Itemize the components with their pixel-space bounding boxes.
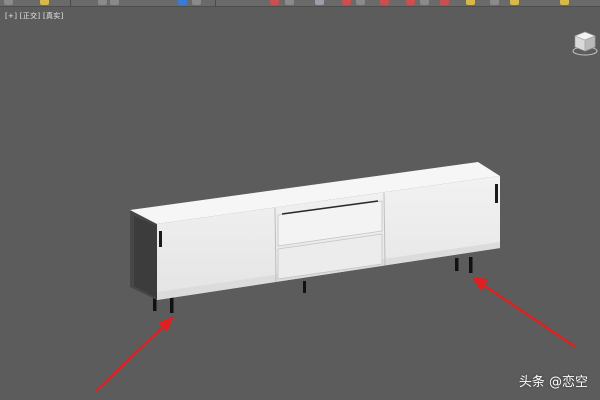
undo-icon[interactable] [98, 0, 107, 5]
material-editor-icon[interactable] [440, 0, 449, 5]
select-tool-icon[interactable] [4, 0, 13, 5]
render-icon[interactable] [510, 0, 519, 5]
layer-manager-icon[interactable] [380, 0, 389, 5]
cabinet-leg-front-mid-left [170, 297, 174, 313]
left-door-handle [159, 231, 162, 247]
angle-snap-icon[interactable] [285, 0, 294, 5]
right-door-handle [495, 184, 498, 203]
cabinet-leg-back-right [469, 257, 473, 273]
main-toolbar [0, 0, 600, 7]
scene-canvas[interactable] [0, 7, 600, 400]
cabinet-leg-front-right [455, 258, 459, 271]
app-window: [+] [正交] [真实] 头条 @恋空 [0, 0, 600, 400]
align-icon[interactable] [356, 0, 365, 5]
select-move-icon[interactable] [178, 0, 187, 5]
link-tool-icon[interactable] [40, 0, 49, 5]
watermark-text: 头条 @恋空 [518, 375, 588, 390]
perspective-viewport[interactable]: [+] [正交] [真实] 头条 @恋空 [0, 7, 600, 400]
annotation-arrow-left [95, 316, 174, 392]
annotation-arrow-right [472, 277, 576, 348]
cabinet-leg-front-center [303, 281, 306, 293]
render-setup-icon[interactable] [466, 0, 475, 5]
render-frame-icon[interactable] [490, 0, 499, 5]
curve-editor-icon[interactable] [406, 0, 415, 5]
toolbar-divider [70, 0, 71, 6]
rotate-icon[interactable] [192, 0, 201, 5]
tv-cabinet-model[interactable] [130, 162, 500, 313]
render-production-icon[interactable] [560, 0, 569, 5]
schematic-view-icon[interactable] [420, 0, 429, 5]
toolbar-divider [215, 0, 216, 6]
redo-icon[interactable] [110, 0, 119, 5]
named-selection-icon[interactable] [315, 0, 324, 5]
snap-toggle-icon[interactable] [270, 0, 279, 5]
mirror-icon[interactable] [342, 0, 351, 5]
